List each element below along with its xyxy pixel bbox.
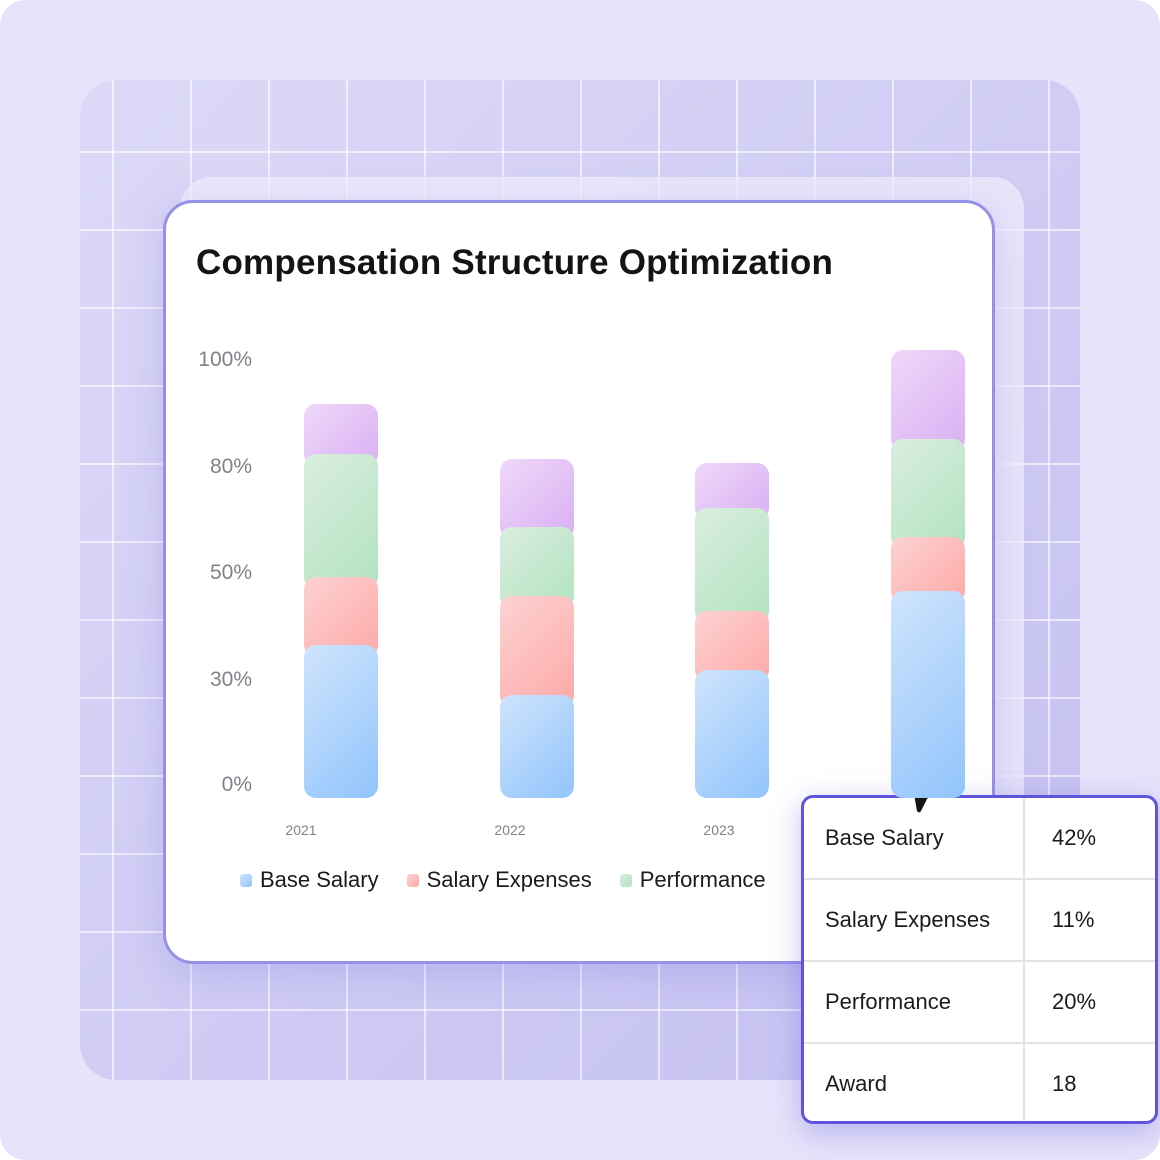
tooltip-value: 42% [1052,825,1097,850]
legend-item-salary-expenses[interactable]: Salary Expenses [406,867,592,893]
y-tick-label: 50% [209,561,252,584]
legend-label: Performance [639,867,766,892]
tooltip-row: Performance 20% [804,962,1155,1044]
chart-title: Compensation Structure Optimization [196,243,834,282]
x-tick-label: 2022 [494,822,526,838]
y-tick-label: 0% [221,773,252,796]
tooltip-column-divider [1023,798,1025,1121]
x-tick-label: 2021 [285,822,317,838]
legend-label: Salary Expenses [426,867,592,892]
tooltip-value: 18 [1052,1071,1077,1096]
legend-swatch-salary-expenses [406,873,419,887]
tooltip-row: Salary Expenses 11% [804,880,1155,962]
legend-item-performance[interactable]: Performance [619,867,766,893]
page-background: Compensation Structure Optimization 100%… [0,0,1160,1160]
tooltip-label: Base Salary [825,825,944,850]
legend-item-base-salary[interactable]: Base Salary [240,867,379,893]
tooltip-label: Performance [825,989,951,1014]
chart-legend: Base Salary Salary Expenses Performance [240,867,766,893]
tooltip-row: Award 18 [804,1044,1155,1121]
bar-segment-base-salary-2023[interactable] [695,670,769,798]
legend-swatch-base-salary [240,873,252,887]
bar-segment-performance-2024[interactable] [891,438,965,550]
legend-swatch-performance [619,873,632,887]
tooltip-label: Salary Expenses [825,907,991,932]
bar-segment-base-salary-2022[interactable] [500,694,574,798]
bar-segment-award-2024[interactable] [891,350,965,451]
y-tick-label: 100% [198,348,252,371]
y-tick-label: 30% [209,668,252,691]
bar-segment-base-salary-2021[interactable] [304,645,378,798]
bar-segment-salary-expenses-2022[interactable] [500,596,574,707]
data-tooltip: Base Salary 42% Salary Expenses 11% Perf… [801,795,1158,1124]
x-tick-label: 2023 [703,822,735,838]
tooltip-row: Base Salary 42% [804,798,1155,880]
y-tick-label: 80% [209,455,252,478]
bar-segment-base-salary-2024[interactable] [891,591,965,798]
tooltip-value: 20% [1052,989,1097,1014]
bar-segment-performance-2021[interactable] [304,453,378,589]
tooltip-value: 11% [1052,907,1095,932]
legend-label: Base Salary [260,867,379,892]
bar-segment-performance-2023[interactable] [695,507,769,624]
tooltip-label: Award [825,1071,887,1096]
